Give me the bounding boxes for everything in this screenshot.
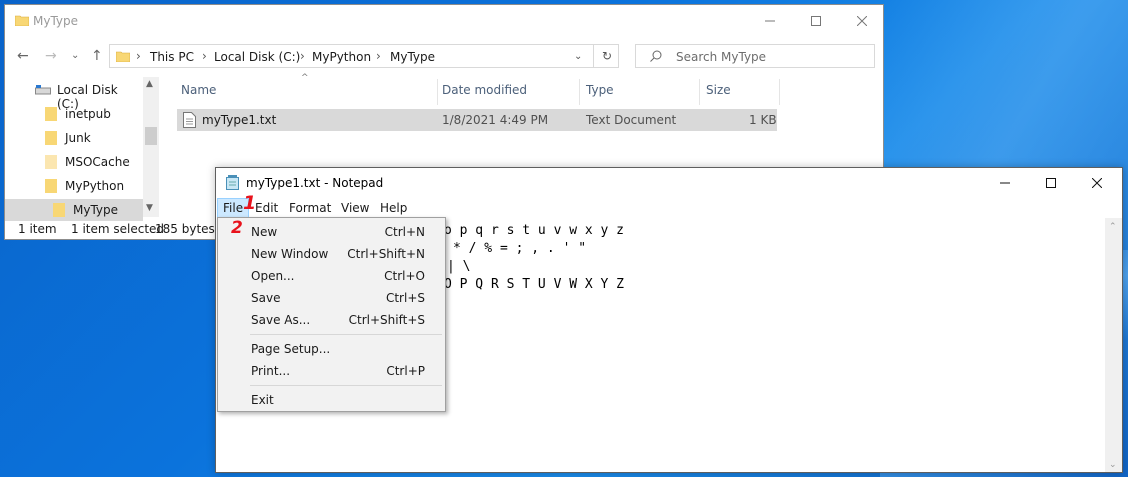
explorer-title: MyType <box>33 14 79 28</box>
chevron-right-icon: › <box>300 49 305 63</box>
scroll-down-icon[interactable]: ▼ <box>146 203 153 213</box>
maximize-button[interactable] <box>1028 168 1074 198</box>
maximize-icon <box>1046 178 1056 188</box>
text-line: O P Q R S T U V W X Y Z <box>444 277 625 292</box>
up-arrow-icon[interactable]: ↑ <box>91 48 103 64</box>
annotation-step-1: 1 <box>243 192 257 214</box>
file-date: 1/8/2021 4:49 PM <box>442 113 549 127</box>
close-icon <box>1092 178 1102 188</box>
back-arrow-icon[interactable]: ← <box>17 48 29 64</box>
column-divider[interactable] <box>579 79 580 105</box>
notepad-title-bar[interactable]: myType1.txt - Notepad <box>216 168 1122 198</box>
minimize-icon <box>765 20 775 22</box>
column-header-size[interactable]: Size <box>706 83 731 97</box>
file-size: 1 KB <box>749 113 777 127</box>
nav-item-msocache[interactable]: MSOCache <box>45 151 143 173</box>
recent-chevron-icon[interactable]: ⌄ <box>71 50 79 61</box>
menu-item-new[interactable]: New Ctrl+N <box>218 220 445 242</box>
file-row[interactable]: myType1.txt 1/8/2021 4:49 PM Text Docume… <box>177 109 777 131</box>
file-menu-dropdown: New Ctrl+N New Window Ctrl+Shift+N Open...… <box>217 217 446 412</box>
text-line: o p q r s t u v w x y z <box>444 223 625 238</box>
nav-scrollbar[interactable]: ▲ ▼ <box>143 77 159 217</box>
notepad-title: myType1.txt - Notepad <box>246 176 384 190</box>
navigation-pane: Local Disk (C:) inetpub Junk MSOCache My… <box>5 77 159 221</box>
menu-item-new-window[interactable]: New Window Ctrl+Shift+N <box>218 242 445 264</box>
scroll-up-icon[interactable]: ⌃ <box>1109 222 1117 232</box>
folder-icon <box>116 51 130 62</box>
close-icon <box>857 16 867 26</box>
column-header-date[interactable]: Date modified <box>442 83 527 97</box>
breadcrumb-local-disk[interactable]: Local Disk (C:) <box>214 50 300 64</box>
menu-item-save-as[interactable]: Save As... Ctrl+Shift+S <box>218 308 445 330</box>
column-header-type[interactable]: Type <box>586 83 614 97</box>
status-size: 185 bytes <box>155 222 215 236</box>
folder-icon <box>45 131 57 145</box>
file-type: Text Document <box>586 113 677 127</box>
folder-icon <box>53 203 65 217</box>
folder-icon <box>45 155 57 169</box>
menu-separator <box>250 385 442 386</box>
search-input[interactable]: Search MyType <box>635 44 875 68</box>
menu-item-exit[interactable]: Exit <box>218 388 445 410</box>
column-header-name[interactable]: Name <box>181 83 216 97</box>
sort-ascending-icon: ^ <box>301 73 309 83</box>
status-item-count: 1 item <box>18 222 57 236</box>
text-file-icon <box>183 112 196 128</box>
menu-bar: File Edit Format View Help <box>216 198 1122 218</box>
chevron-right-icon: › <box>202 49 207 63</box>
search-placeholder: Search MyType <box>676 50 767 64</box>
menu-item-page-setup[interactable]: Page Setup... <box>218 337 445 359</box>
menu-view[interactable]: View <box>336 198 374 218</box>
menu-format[interactable]: Format <box>284 198 336 218</box>
address-bar[interactable]: › This PC › Local Disk (C:) › MyPython ›… <box>109 44 619 68</box>
status-selected: 1 item selected <box>71 222 165 236</box>
minimize-icon <box>1000 182 1010 184</box>
menu-item-print[interactable]: Print... Ctrl+P <box>218 359 445 381</box>
text-line: * / % = ; , . ' " <box>453 241 587 256</box>
nav-item-junk[interactable]: Junk <box>45 127 143 149</box>
chevron-right-icon: › <box>376 49 381 63</box>
forward-arrow-icon[interactable]: → <box>45 48 57 64</box>
drive-icon <box>35 85 51 95</box>
minimize-button[interactable] <box>982 168 1028 198</box>
maximize-icon <box>811 16 821 26</box>
breadcrumb-mytype[interactable]: MyType <box>390 50 435 64</box>
column-divider[interactable] <box>699 79 700 105</box>
close-button[interactable] <box>839 5 885 37</box>
refresh-icon: ↻ <box>601 49 613 63</box>
minimize-button[interactable] <box>747 5 793 37</box>
breadcrumb-mypython[interactable]: MyPython <box>312 50 371 64</box>
notepad-icon <box>226 175 239 190</box>
nav-item-local-disk[interactable]: Local Disk (C:) <box>35 79 143 111</box>
folder-icon <box>15 15 29 26</box>
menu-separator <box>250 334 442 335</box>
explorer-title-bar[interactable]: MyType <box>5 5 883 37</box>
search-icon <box>650 50 662 62</box>
folder-icon <box>45 179 57 193</box>
text-line: | \ <box>447 259 471 274</box>
chevron-right-icon: › <box>136 49 141 63</box>
text-editor[interactable]: o p q r s t u v w x y z * / % = ; , . ' "… <box>444 222 624 294</box>
scroll-down-icon[interactable]: ⌄ <box>1109 460 1117 470</box>
nav-scroll-thumb[interactable] <box>145 127 157 145</box>
column-divider[interactable] <box>437 79 438 105</box>
nav-item-inetpub[interactable]: inetpub <box>45 103 143 125</box>
menu-help[interactable]: Help <box>375 198 412 218</box>
nav-item-mypython[interactable]: MyPython <box>45 175 143 197</box>
close-button[interactable] <box>1074 168 1120 198</box>
maximize-button[interactable] <box>793 5 839 37</box>
menu-item-save[interactable]: Save Ctrl+S <box>218 286 445 308</box>
scroll-up-icon[interactable]: ▲ <box>146 79 153 89</box>
folder-icon <box>45 107 57 121</box>
menu-item-open[interactable]: Open... Ctrl+O <box>218 264 445 286</box>
nav-item-mytype[interactable]: MyType <box>5 199 143 221</box>
column-divider[interactable] <box>779 79 780 105</box>
breadcrumb-this-pc[interactable]: This PC <box>150 50 194 64</box>
file-name: myType1.txt <box>202 113 277 127</box>
chevron-down-icon[interactable]: ⌄ <box>574 51 582 62</box>
refresh-button[interactable]: ↻ <box>593 44 620 68</box>
address-toolbar: ← → ⌄ ↑ › This PC › Local Disk (C:) › My… <box>5 41 883 71</box>
vertical-scrollbar[interactable]: ⌃ ⌄ <box>1105 218 1122 472</box>
annotation-step-2: 2 <box>231 218 243 238</box>
